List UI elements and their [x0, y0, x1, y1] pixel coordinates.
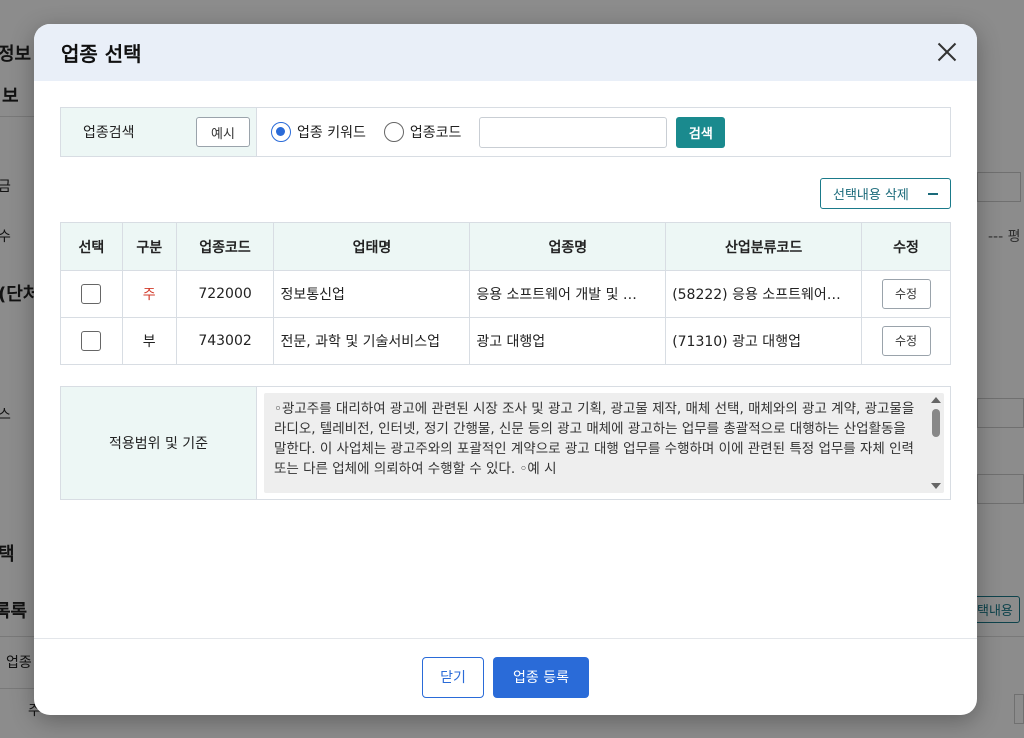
industry-cell: 광고 대행업	[469, 317, 667, 365]
code-cell: 722000	[175, 270, 275, 318]
business-cell: 전문, 과학 및 기술서비스업	[273, 317, 471, 365]
type-cell: 주	[121, 270, 177, 318]
search-input[interactable]	[479, 116, 668, 148]
table-header-row: 선택 구분 업종코드 업태명 업종명 산업분류코드 수정	[60, 222, 951, 271]
search-label: 업종검색	[83, 125, 135, 141]
scope-section: 적용범위 및 기준 ◦광고주를 대리하여 광고에 관련된 시장 조사 및 광고 …	[60, 386, 951, 500]
business-cell: 정보통신업	[273, 270, 471, 318]
type-cell: 부	[121, 317, 177, 365]
radio-code-label: 업종코드	[409, 125, 462, 141]
scroll-up-arrow-icon[interactable]	[931, 397, 941, 403]
close-icon[interactable]	[935, 40, 959, 64]
column-header: 산업분류코드	[665, 222, 863, 271]
column-header: 선택	[60, 222, 123, 271]
register-button[interactable]: 업종 등록	[493, 656, 589, 698]
class-code-cell: (58222) 응용 소프트웨어…	[665, 270, 863, 318]
edit-cell: 수정	[861, 317, 951, 365]
edit-button[interactable]: 수정	[881, 279, 931, 309]
radio-code[interactable]: 업종코드	[383, 122, 462, 142]
clear-selection-label: 선택내용 삭제	[833, 188, 909, 203]
scope-text[interactable]: ◦광고주를 대리하여 광고에 관련된 시장 조사 및 광고 기획, 광고물 제작…	[264, 393, 944, 493]
select-cell	[60, 317, 123, 365]
column-header: 업종명	[469, 222, 667, 271]
clear-selection-button[interactable]: 선택내용 삭제	[820, 178, 951, 209]
example-button[interactable]: 예시	[196, 117, 250, 147]
scope-box: ◦광고주를 대리하여 광고에 관련된 시장 조사 및 광고 기획, 광고물 제작…	[257, 387, 950, 499]
radio-keyword[interactable]: 업종 키워드	[271, 122, 366, 142]
modal-header: 업종 선택	[34, 24, 977, 81]
industry-table: 선택 구분 업종코드 업태명 업종명 산업분류코드 수정 주 722000 정보…	[60, 222, 951, 365]
industry-cell: 응용 소프트웨어 개발 및 …	[469, 270, 667, 318]
scope-label: 적용범위 및 기준	[61, 387, 257, 499]
table-row: 부 743002 전문, 과학 및 기술서비스업 광고 대행업 (71310) …	[60, 317, 951, 365]
radio-keyword-label: 업종 키워드	[297, 125, 366, 141]
select-cell	[60, 270, 123, 318]
class-code-cell: (71310) 광고 대행업	[665, 317, 863, 365]
close-button[interactable]: 닫기	[422, 656, 484, 698]
row-checkbox[interactable]	[81, 331, 102, 351]
modal-footer: 닫기 업종 등록	[34, 638, 977, 715]
search-label-cell: 업종검색 예시	[61, 108, 257, 156]
radio-unchecked-icon[interactable]	[383, 122, 404, 142]
code-cell: 743002	[175, 317, 275, 365]
industry-select-modal: 업종 선택 업종검색 예시 업종 키워드 업종코드 검색 선택내용 삭제 선택 …	[34, 24, 977, 715]
search-button[interactable]: 검색	[676, 116, 726, 148]
column-header: 업태명	[273, 222, 471, 271]
table-row: 주 722000 정보통신업 응용 소프트웨어 개발 및 … (58222) 응…	[60, 270, 951, 318]
column-header: 수정	[861, 222, 951, 271]
search-row: 업종검색 예시 업종 키워드 업종코드 검색	[60, 107, 951, 157]
edit-button[interactable]: 수정	[881, 326, 931, 356]
scroll-down-arrow-icon[interactable]	[931, 483, 941, 489]
row-checkbox[interactable]	[81, 284, 102, 304]
scrollbar[interactable]	[930, 395, 942, 491]
column-header: 구분	[121, 222, 177, 271]
modal-title: 업종 선택	[61, 42, 142, 66]
scroll-thumb[interactable]	[932, 409, 940, 437]
search-fields: 업종 키워드 업종코드 검색	[257, 108, 726, 156]
minus-icon	[928, 192, 938, 195]
radio-checked-icon[interactable]	[271, 122, 291, 142]
column-header: 업종코드	[175, 222, 275, 271]
edit-cell: 수정	[861, 270, 951, 318]
